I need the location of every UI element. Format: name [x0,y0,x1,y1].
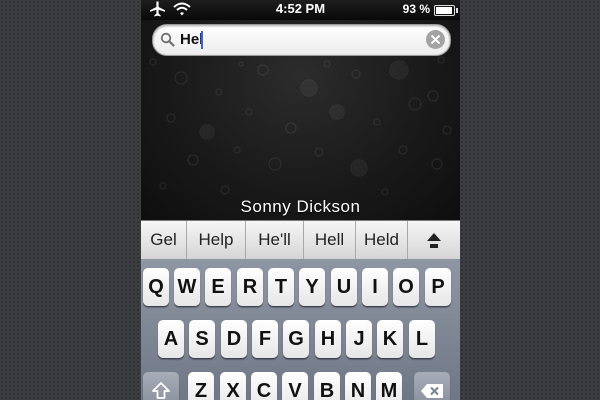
key-z[interactable]: Z [188,372,214,400]
key-q[interactable]: Q [143,268,169,306]
key-a[interactable]: A [158,320,184,358]
shift-key[interactable] [143,372,179,400]
key-s[interactable]: S [189,320,215,358]
key-x[interactable]: X [220,372,246,400]
clear-icon [431,35,440,44]
backspace-icon [421,384,443,398]
status-bar: 4:52 PM 93 % [141,0,460,20]
battery-percent: 93 % [402,2,430,16]
suggestion-bar: Gel Help He'll Hell Held [141,220,460,260]
chevron-up-icon [427,233,441,248]
key-c[interactable]: C [251,372,277,400]
key-t[interactable]: T [268,268,294,306]
key-f[interactable]: F [252,320,278,358]
suggestion-gel[interactable]: Gel [141,221,187,259]
battery-icon [434,5,458,16]
suggestion-held[interactable]: Held [356,221,408,259]
shift-icon [152,382,170,399]
key-r[interactable]: R [237,268,263,306]
backspace-key[interactable] [414,372,450,400]
search-bar[interactable] [152,24,451,56]
search-icon [160,32,175,47]
key-u[interactable]: U [331,268,357,306]
keyboard: Q W E R T Y U I O P A S D F G H J K L Z … [141,259,460,400]
suggestion-hell-contraction[interactable]: He'll [246,221,304,259]
key-y[interactable]: Y [299,268,325,306]
key-d[interactable]: D [221,320,247,358]
key-p[interactable]: P [425,268,451,306]
key-g[interactable]: G [283,320,309,358]
key-b[interactable]: B [314,372,340,400]
suggestion-hell[interactable]: Hell [304,221,356,259]
key-l[interactable]: L [409,320,435,358]
key-i[interactable]: I [362,268,388,306]
clear-button[interactable] [426,30,445,49]
key-h[interactable]: H [315,320,341,358]
key-m[interactable]: M [376,372,402,400]
key-j[interactable]: J [346,320,372,358]
key-o[interactable]: O [393,268,419,306]
key-k[interactable]: K [377,320,403,358]
battery-fill [436,7,452,14]
key-n[interactable]: N [345,372,371,400]
key-e[interactable]: E [205,268,231,306]
search-input[interactable] [180,28,420,50]
key-v[interactable]: V [282,372,308,400]
key-w[interactable]: W [174,268,200,306]
phone-screen: 4:52 PM 93 % Sonny Dickson Gel Help He'l… [141,0,460,400]
watermark-caption: Sonny Dickson [240,197,361,216]
suggestion-help[interactable]: Help [187,221,246,259]
text-cursor [201,31,203,49]
expand-suggestions-button[interactable] [408,221,460,259]
